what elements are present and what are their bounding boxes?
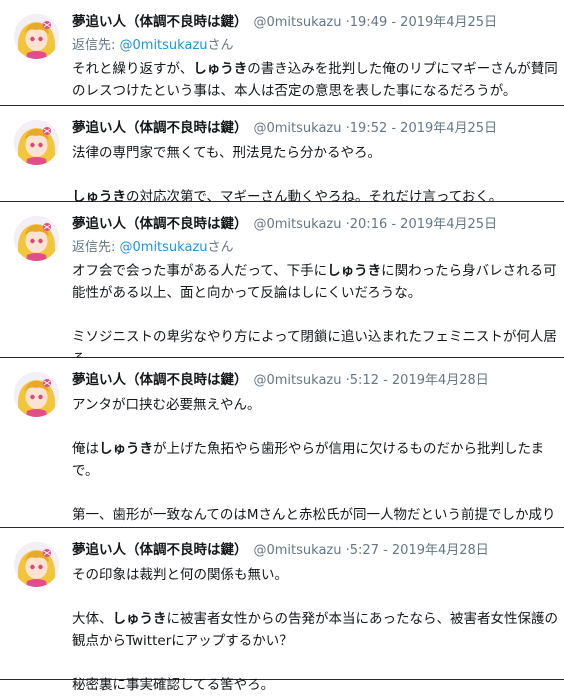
- text-segment: アンタが口挟む必要無えやん。: [72, 397, 261, 413]
- text-segment: に被害者女性からの告発が本当にあったなら、被害者女性保護の: [166, 611, 559, 627]
- text-segment: 法律の専門家で無くても、刑法見たら分かるやろ。: [72, 145, 382, 161]
- reply-label: 返信先:: [72, 240, 120, 255]
- tweet-text: 法律の専門家で無くても、刑法見たら分かるやろ。 しゅうきの対応次第で、マギーさん動…: [72, 142, 558, 208]
- reply-context: 返信先: @0mitsukazuさん: [72, 36, 234, 56]
- avatar[interactable]: [14, 372, 59, 417]
- display-name[interactable]: 夢追い人（体調不良時は鍵）: [72, 542, 248, 558]
- tweet[interactable]: 夢追い人（体調不良時は鍵） @0mitsukazu ·19:52 - 2019年4…: [0, 106, 564, 205]
- text-segment: オフ会で会った事がある人だって、下手に: [72, 263, 328, 279]
- tweet-header: 夢追い人（体調不良時は鍵） @0mitsukazu ·5:27 - 2019年4月…: [72, 540, 489, 560]
- highlighted-keyword: しゅうき: [327, 263, 382, 279]
- text-segment: その印象は裁判と何の関係も無い。: [72, 567, 288, 583]
- timestamp[interactable]: 5:27 - 2019年4月28日: [350, 543, 489, 558]
- tweet-text: アンタが口挟む必要無えやん。 俺はしゅうきが上げた魚拓やら歯形やらが信用に欠けるも…: [72, 394, 558, 548]
- text-segment: 秘密裏に事実確認してる筈やろ。: [72, 677, 275, 693]
- user-handle[interactable]: @0mitsukazu: [254, 373, 342, 388]
- reply-suffix: さん: [207, 38, 234, 53]
- display-name[interactable]: 夢追い人（体調不良時は鍵）: [72, 14, 248, 30]
- tweet-paragraph: その印象は裁判と何の関係も無い。: [72, 564, 558, 586]
- text-segment: 俺は: [72, 441, 99, 457]
- reply-mention-link[interactable]: @0mitsukazu: [120, 240, 208, 255]
- timestamp[interactable]: 5:12 - 2019年4月28日: [350, 373, 489, 388]
- tweet-header: 夢追い人（体調不良時は鍵） @0mitsukazu ·20:16 - 2019年4…: [72, 214, 497, 234]
- tweet-text: それと繰り返すが、しゅうきの書き込みを批判した俺のリプにマギーさんが賛同のレスつ…: [72, 58, 558, 102]
- user-handle[interactable]: @0mitsukazu: [254, 543, 342, 558]
- highlighted-keyword: しゅうき: [193, 61, 248, 77]
- user-handle[interactable]: @0mitsukazu: [254, 15, 342, 30]
- separator-dot: ·: [341, 217, 350, 232]
- tweet-text: その印象は裁判と何の関係も無い。 大体、しゅうきに被害者女性からの告発が本当にあっ…: [72, 564, 558, 696]
- tweet-timeline: 夢追い人（体調不良時は鍵） @0mitsukazu ·19:49 - 2019年4…: [0, 0, 564, 693]
- tweet-header: 夢追い人（体調不良時は鍵） @0mitsukazu ·19:52 - 2019年4…: [72, 118, 497, 138]
- text-segment: に関わったら身バレされる可: [381, 263, 557, 279]
- display-name[interactable]: 夢追い人（体調不良時は鍵）: [72, 120, 248, 136]
- tweet-header: 夢追い人（体調不良時は鍵） @0mitsukazu ·19:49 - 2019年4…: [72, 12, 497, 32]
- tweet[interactable]: 夢追い人（体調不良時は鍵） @0mitsukazu ·5:27 - 2019年4月…: [0, 528, 564, 693]
- timestamp[interactable]: 19:49 - 2019年4月25日: [350, 15, 497, 30]
- tweet-paragraph: 秘密裏に事実確認してる筈やろ。: [72, 674, 558, 696]
- tweet-paragraph: 俺はしゅうきが上げた魚拓やら歯形やらが信用に欠けるものだから批判したまで。: [72, 438, 558, 482]
- text-segment: 能性がある以上、面と向かって反論はしにくいだろうな。: [72, 285, 422, 301]
- tweet-paragraph: それと繰り返すが、しゅうきの書き込みを批判した俺のリプにマギーさんが賛同のレスつ…: [72, 58, 558, 102]
- tweet-header: 夢追い人（体調不良時は鍵） @0mitsukazu ·5:12 - 2019年4月…: [72, 370, 489, 390]
- timestamp[interactable]: 20:16 - 2019年4月25日: [350, 217, 497, 232]
- reply-mention-link[interactable]: @0mitsukazu: [120, 38, 208, 53]
- tweet-paragraph: 法律の専門家で無くても、刑法見たら分かるやろ。: [72, 142, 558, 164]
- highlighted-keyword: しゅうき: [99, 441, 153, 457]
- user-handle[interactable]: @0mitsukazu: [254, 217, 342, 232]
- avatar[interactable]: [14, 14, 59, 59]
- separator-dot: ·: [341, 15, 350, 30]
- highlighted-keyword: しゅうき: [112, 611, 167, 627]
- timestamp[interactable]: 19:52 - 2019年4月25日: [350, 121, 497, 136]
- text-segment: 大体、: [72, 611, 113, 627]
- separator-dot: ·: [341, 121, 350, 136]
- display-name[interactable]: 夢追い人（体調不良時は鍵）: [72, 216, 248, 232]
- tweet-paragraph: 大体、しゅうきに被害者女性からの告発が本当にあったなら、被害者女性保護の観点から…: [72, 608, 558, 652]
- reply-suffix: さん: [207, 240, 234, 255]
- text-segment: 観点からTwitterにアップするかい？: [72, 633, 293, 649]
- tweet[interactable]: 夢追い人（体調不良時は鍵） @0mitsukazu ·20:16 - 2019年4…: [0, 202, 564, 389]
- reply-label: 返信先:: [72, 38, 120, 53]
- tweet[interactable]: 夢追い人（体調不良時は鍵） @0mitsukazu ·19:49 - 2019年4…: [0, 0, 564, 106]
- user-handle[interactable]: @0mitsukazu: [254, 121, 342, 136]
- separator-dot: ·: [341, 543, 350, 558]
- avatar[interactable]: [14, 120, 59, 165]
- text-segment: で。: [72, 463, 99, 479]
- avatar[interactable]: [14, 542, 59, 587]
- text-segment: が上げた魚拓やら歯形やらが信用に欠けるものだから批判したま: [153, 441, 545, 457]
- text-segment: のレスつけたという事は、本人は否定の意思を表した事になるだろうが。: [72, 83, 517, 99]
- separator-dot: ·: [341, 373, 350, 388]
- display-name[interactable]: 夢追い人（体調不良時は鍵）: [72, 372, 248, 388]
- tweet-paragraph: オフ会で会った事がある人だって、下手にしゅうきに関わったら身バレされる可能性があ…: [72, 260, 558, 304]
- reply-context: 返信先: @0mitsukazuさん: [72, 238, 234, 258]
- tweet[interactable]: 夢追い人（体調不良時は鍵） @0mitsukazu ·5:12 - 2019年4月…: [0, 358, 564, 545]
- text-segment: 第一、歯形が一致なんてのはMさんと赤松氏が同一人物だという前提でしか成り: [72, 507, 556, 523]
- avatar[interactable]: [14, 216, 59, 261]
- text-segment: それと繰り返すが、: [72, 61, 194, 77]
- text-segment: の書き込みを批判した俺のリプにマギーさんが賛同: [247, 61, 558, 77]
- tweet-paragraph: アンタが口挟む必要無えやん。: [72, 394, 558, 416]
